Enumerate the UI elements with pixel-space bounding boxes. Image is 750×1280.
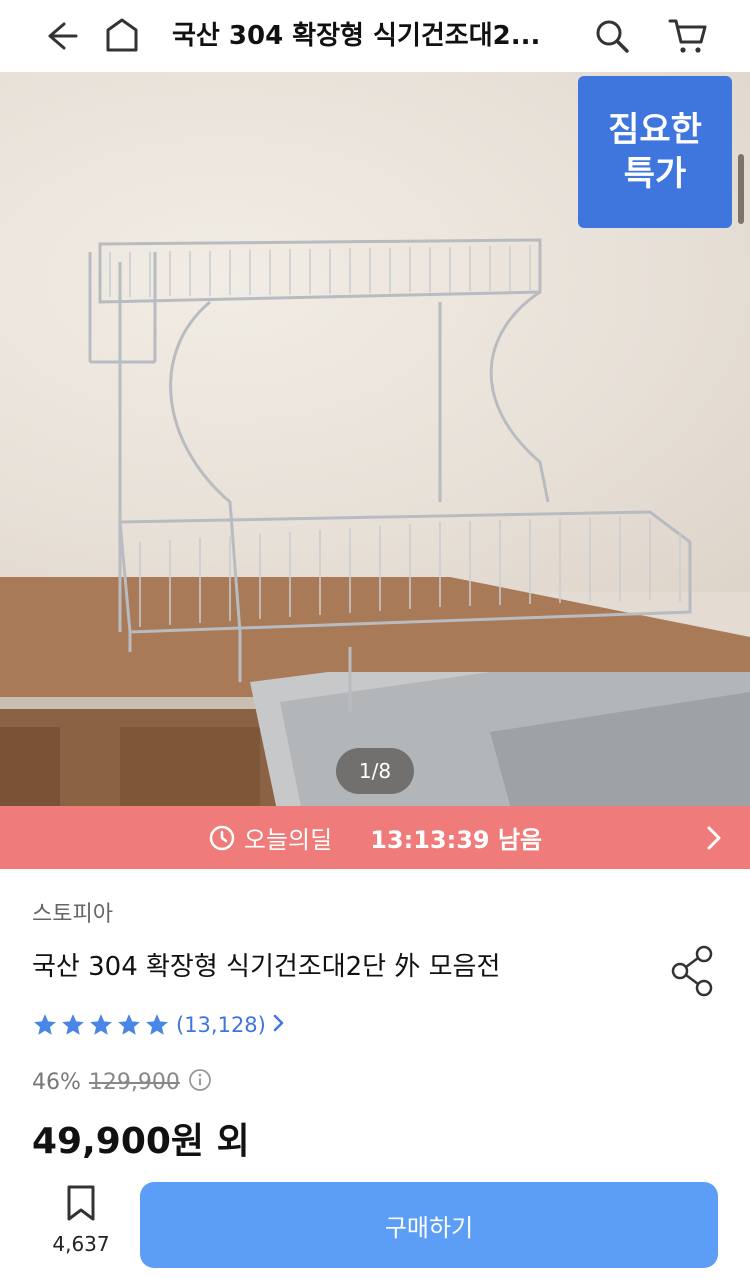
star-icon bbox=[146, 1014, 168, 1035]
star-rating bbox=[32, 1012, 170, 1038]
star-icon bbox=[34, 1014, 56, 1035]
discount-rate: 46% bbox=[32, 1069, 81, 1095]
clock-icon bbox=[209, 825, 235, 850]
bookmark-count: 4,637 bbox=[52, 1232, 110, 1256]
sale-price: 49,900원 외 bbox=[32, 1121, 250, 1162]
bookmark-button[interactable]: 4,637 bbox=[36, 1184, 126, 1256]
arrow-left-icon[interactable] bbox=[30, 0, 90, 72]
cart-icon[interactable] bbox=[658, 0, 718, 72]
star-icon bbox=[118, 1014, 140, 1035]
product-image-gallery[interactable]: 짐요한 특가 1/8 bbox=[0, 72, 750, 806]
buy-button[interactable]: 구매하기 bbox=[140, 1182, 718, 1268]
gallery-scroll-indicator bbox=[738, 154, 744, 224]
seller-name[interactable]: 스토피아 bbox=[32, 896, 113, 928]
image-counter: 1/8 bbox=[336, 748, 414, 794]
chevron-right-icon[interactable] bbox=[272, 1013, 286, 1037]
product-name: 국산 304 확장형 식기건조대2단 外 모음전 bbox=[32, 952, 501, 982]
info-icon[interactable] bbox=[188, 1068, 212, 1096]
search-icon[interactable] bbox=[582, 0, 642, 72]
deal-label: 오늘의딜 bbox=[243, 826, 333, 854]
top-nav-bar: 국산 304 확장형 식기건조대2... bbox=[0, 0, 750, 72]
star-icon bbox=[90, 1014, 112, 1035]
special-deal-badge: 짐요한 특가 bbox=[578, 76, 732, 228]
badge-line-2: 특가 bbox=[623, 154, 687, 194]
todays-deal-banner[interactable]: 오늘의딜 13:13:39 남음 bbox=[0, 806, 750, 869]
star-icon bbox=[62, 1014, 84, 1035]
share-icon[interactable] bbox=[668, 944, 716, 1002]
review-count[interactable]: (13,128) bbox=[176, 1013, 266, 1037]
original-price: 129,900 bbox=[88, 1069, 180, 1095]
bookmark-icon bbox=[67, 1185, 95, 1221]
chevron-right-icon[interactable] bbox=[704, 806, 724, 869]
rating-summary[interactable]: (13,128) bbox=[32, 1008, 286, 1042]
badge-line-1: 짐요한 bbox=[608, 110, 702, 150]
discount-row: 46% 129,900 bbox=[32, 1066, 212, 1098]
home-icon[interactable] bbox=[92, 0, 152, 72]
bottom-action-bar: 4,637 구매하기 bbox=[0, 1170, 750, 1280]
page-title: 국산 304 확장형 식기건조대2... bbox=[172, 21, 541, 51]
deal-countdown: 13:13:39 남음 bbox=[370, 826, 543, 854]
